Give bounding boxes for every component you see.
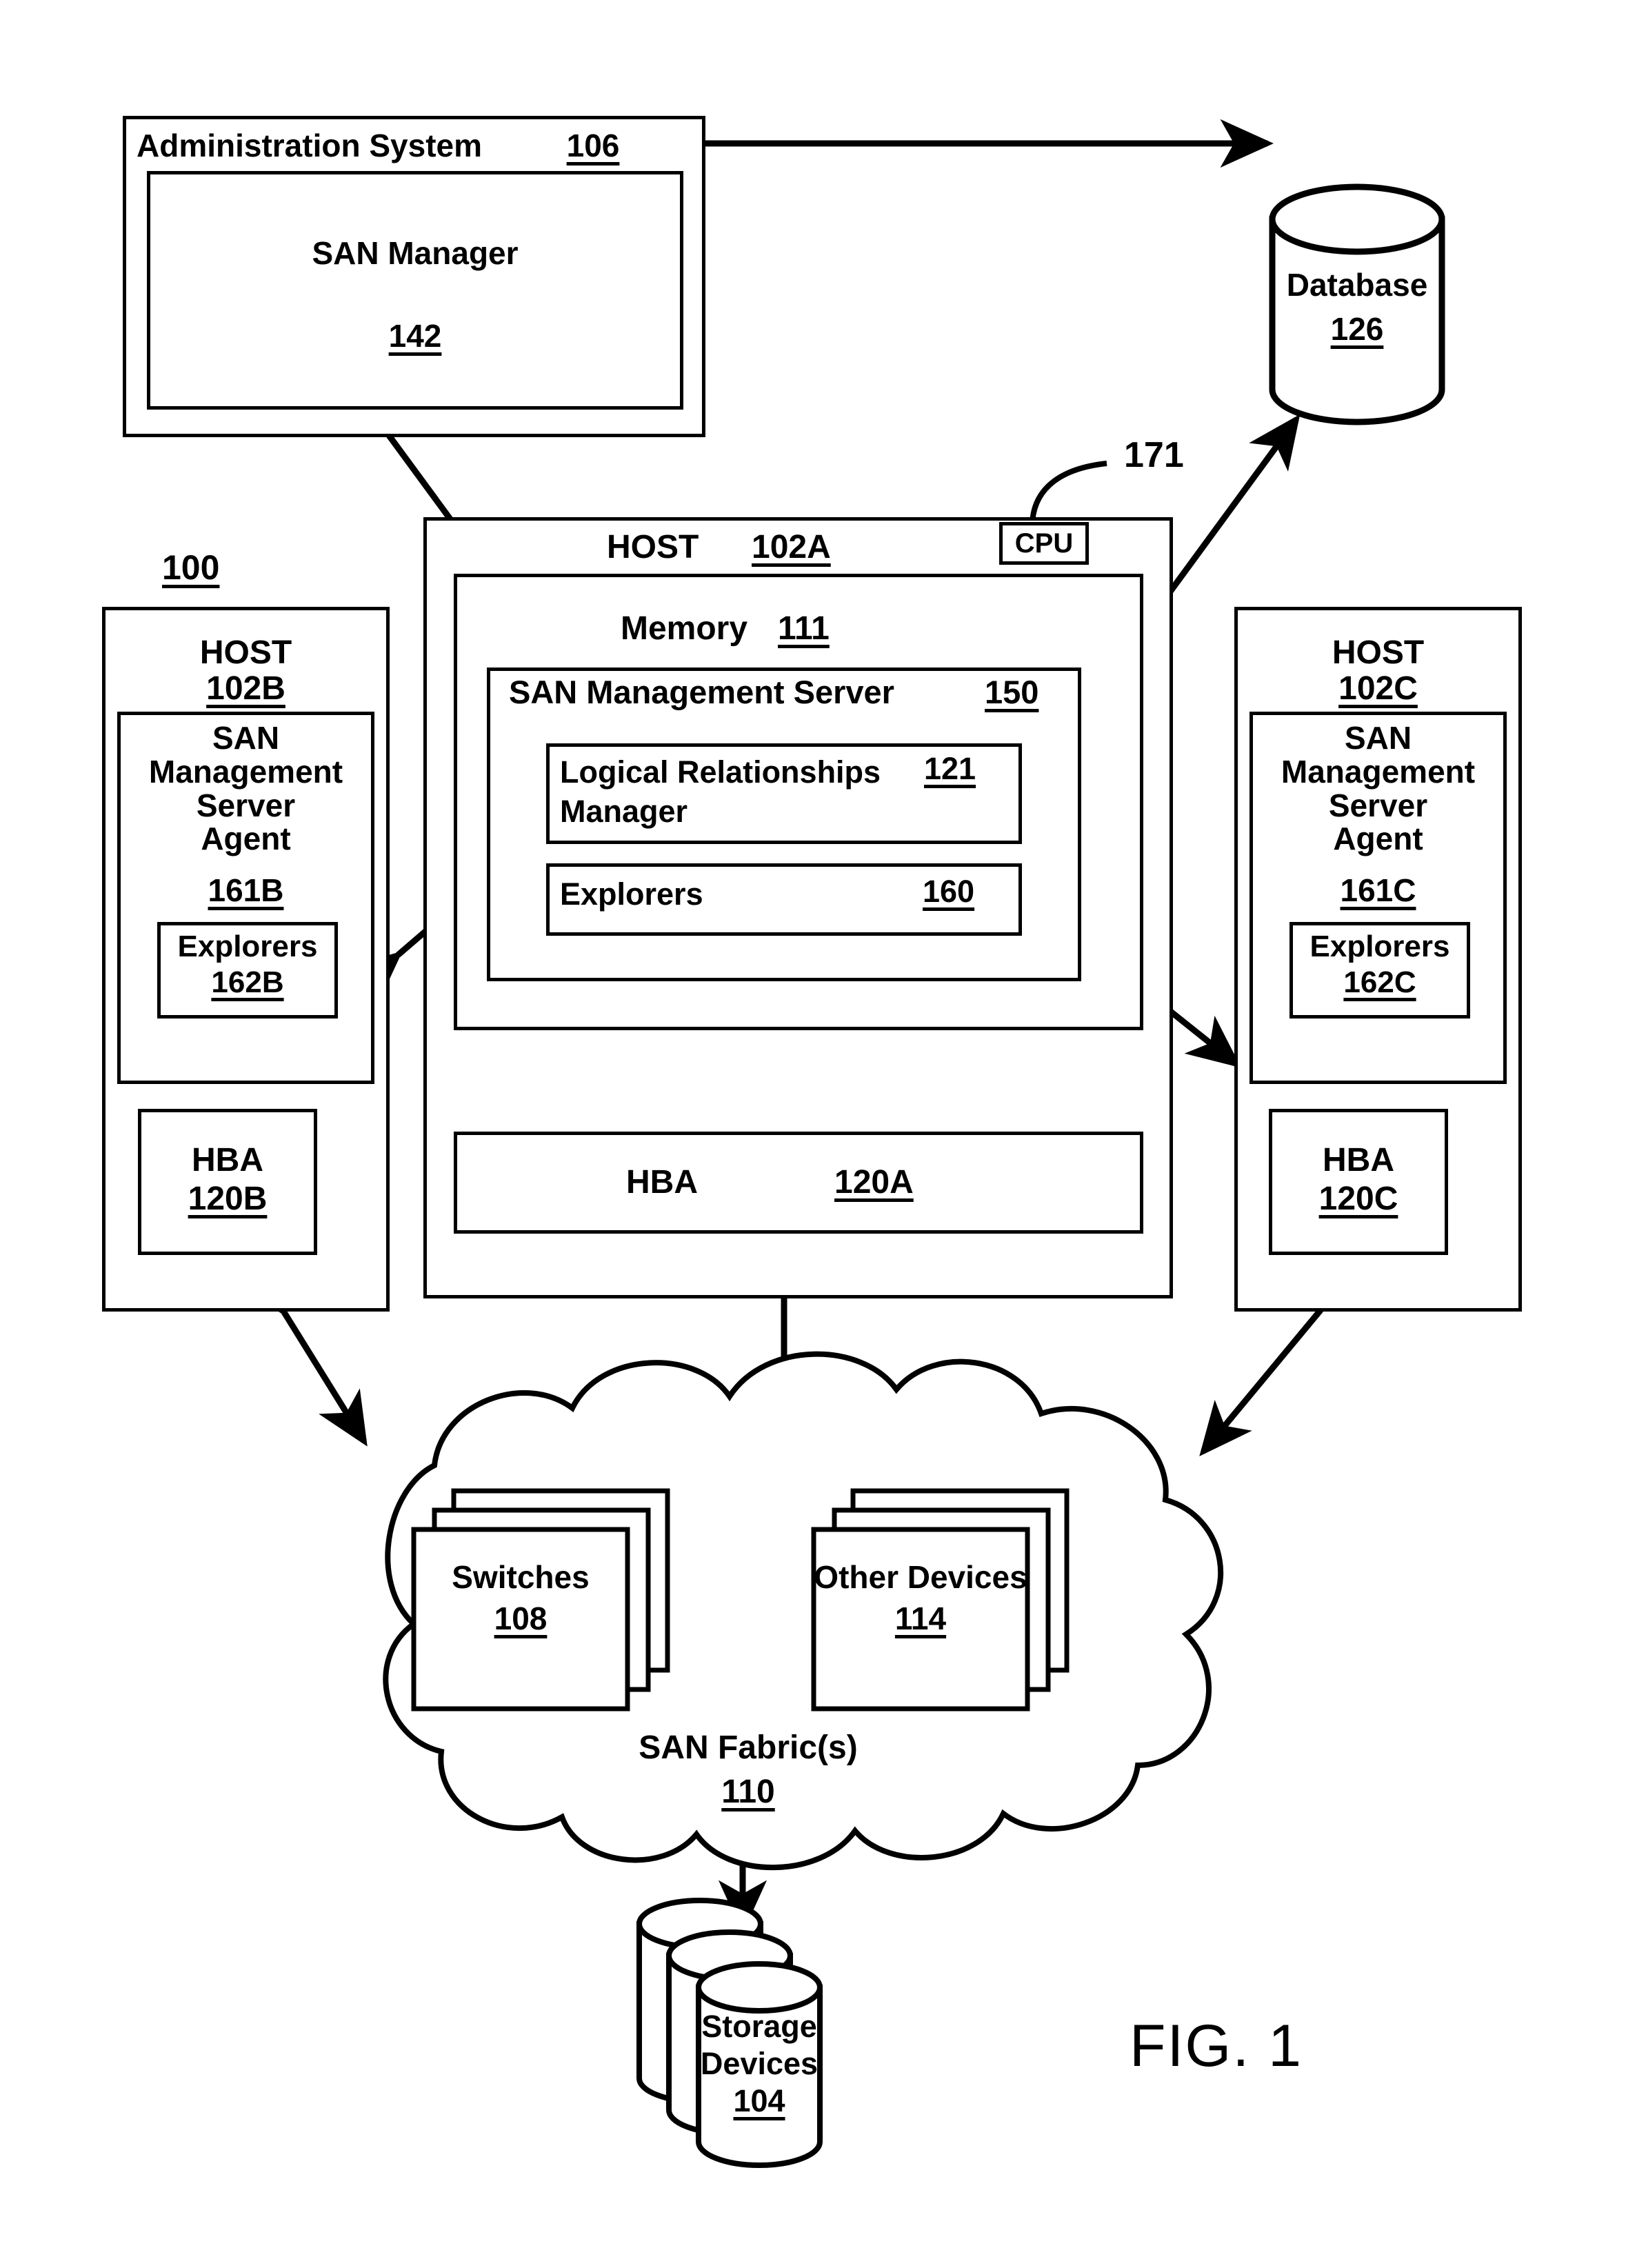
other-devices-title: Other Devices	[814, 1559, 1027, 1595]
host-102c-title: HOST	[1332, 634, 1425, 671]
san-fabric-ref: 110	[721, 1774, 775, 1810]
connector-hostb-to-fabric	[239, 1259, 368, 1447]
san-fabric-title: SAN Fabric(s)	[639, 1729, 858, 1766]
explorers-160-ref: 160	[923, 874, 975, 909]
system-ref-100: 100	[162, 548, 220, 587]
host-102c-ref: 102C	[1338, 670, 1418, 707]
hba-120a-box[interactable]	[454, 1132, 1143, 1234]
administration-system-ref: 106	[566, 128, 620, 163]
storage-devices-ref: 104	[733, 2083, 785, 2118]
agent-161b-ref: 161B	[208, 872, 284, 908]
host-102a-title: HOST	[607, 529, 699, 565]
host-102b-ref: 102B	[206, 670, 285, 707]
agent-161c-ref: 161C	[1340, 872, 1416, 908]
hba-120c-title: HBA	[1323, 1142, 1394, 1178]
hba-120b-ref: 120B	[188, 1181, 268, 1217]
storage-devices-line1: Storage	[701, 2009, 817, 2044]
switches-stack	[411, 1488, 670, 1712]
other-devices-ref: 114	[894, 1600, 947, 1636]
explorers-162b-ref: 162B	[211, 965, 284, 999]
administration-system-title: Administration System	[137, 128, 482, 163]
san-manager-box[interactable]	[147, 171, 683, 410]
hba-120a-title: HBA	[626, 1164, 698, 1201]
cpu-label: CPU	[1014, 528, 1074, 559]
memory-ref: 111	[778, 610, 830, 647]
database-cylinder	[1269, 183, 1445, 425]
logical-relationships-manager-line2: Manager	[560, 794, 688, 829]
host-102a-ref: 102A	[752, 529, 831, 565]
san-management-server-ref: 150	[985, 674, 1039, 710]
figure-caption: FIG. 1	[1130, 2013, 1303, 2079]
agent-161b-title: SAN Management Server Agent	[148, 720, 343, 857]
switches-title: Switches	[452, 1559, 590, 1595]
logical-relationships-manager-ref: 121	[924, 751, 976, 786]
san-management-server-title: SAN Management Server	[509, 674, 894, 710]
hba-120c-ref: 120C	[1318, 1181, 1398, 1217]
storage-devices-line2: Devices	[700, 2046, 819, 2081]
logical-relationships-manager-line1: Logical Relationships	[560, 754, 881, 790]
connector-hostc-to-fabric	[1199, 1258, 1369, 1456]
explorers-162c-title: Explorers	[1309, 930, 1450, 963]
database-ref: 126	[1330, 311, 1384, 347]
agent-161c-title: SAN Management Server Agent	[1281, 720, 1476, 857]
switches-ref: 108	[494, 1600, 548, 1636]
host-102b-title: HOST	[199, 634, 292, 671]
explorers-162b-title: Explorers	[177, 930, 318, 963]
san-manager-ref: 142	[388, 318, 442, 354]
hba-120a-ref: 120A	[834, 1164, 914, 1201]
patent-figure-1: Administration System 106 SAN Manager 14…	[0, 0, 1626, 2268]
cpu-leader-ref-171: 171	[1124, 435, 1184, 475]
explorers-162c-ref: 162C	[1343, 965, 1416, 999]
san-manager-title: SAN Manager	[312, 235, 519, 271]
other-devices-stack	[811, 1488, 1070, 1712]
explorers-160-title: Explorers	[560, 876, 703, 912]
memory-title: Memory	[621, 610, 748, 647]
hba-120b-title: HBA	[192, 1142, 263, 1178]
database-title: Database	[1286, 267, 1428, 303]
